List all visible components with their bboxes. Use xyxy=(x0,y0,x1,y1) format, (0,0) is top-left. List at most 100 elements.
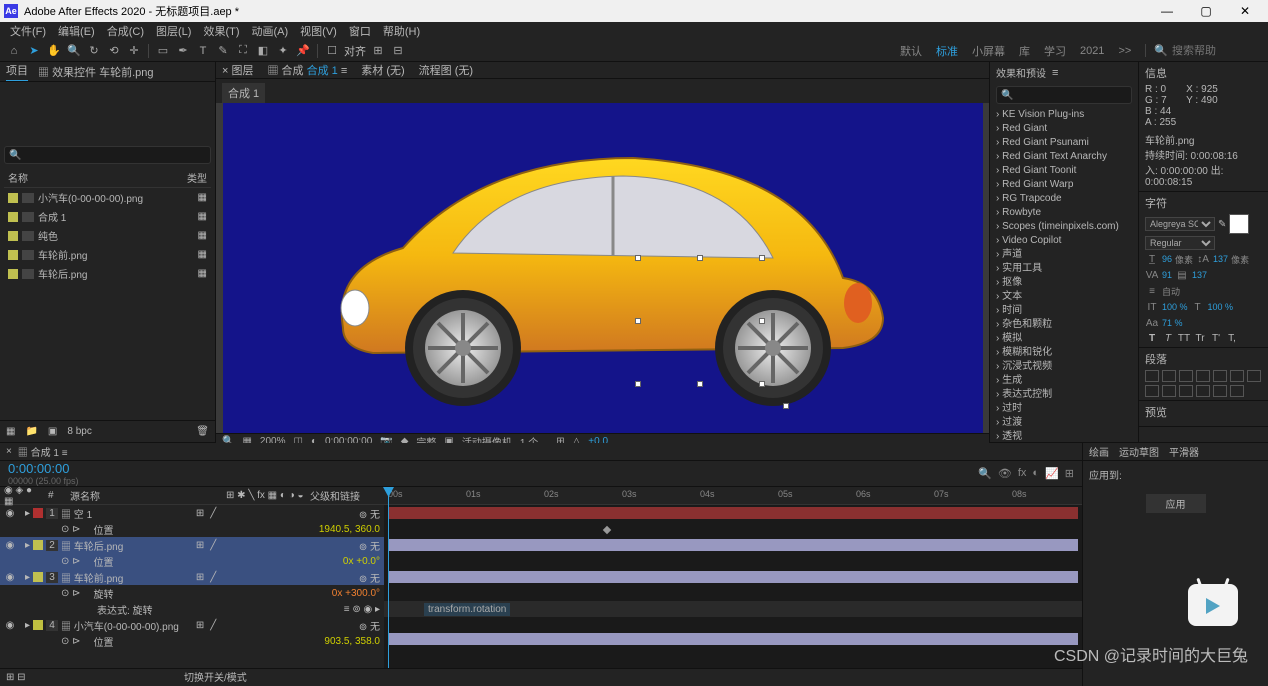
effect-item[interactable]: › KE Vision Plug-ins xyxy=(996,108,1132,122)
align-justify-icon[interactable] xyxy=(1196,370,1210,382)
folder-icon[interactable]: 📁 xyxy=(25,426,37,437)
text-tool-icon[interactable]: T xyxy=(195,43,211,59)
effects-search[interactable]: 🔍 xyxy=(996,86,1132,104)
effect-item[interactable]: › Red Giant Text Anarchy xyxy=(996,150,1132,164)
expand-icon[interactable]: ⊞ ⊟ xyxy=(6,672,26,683)
project-item[interactable]: 纯色▦ xyxy=(4,226,211,245)
fx-icon[interactable]: fx xyxy=(1018,467,1027,480)
menu-edit[interactable]: 编辑(E) xyxy=(54,23,99,39)
effect-item[interactable]: › 透视 xyxy=(996,430,1132,444)
graph-icon[interactable]: 📈 xyxy=(1045,467,1059,480)
tab-project[interactable]: 项目 xyxy=(6,62,28,81)
menu-comp[interactable]: 合成(C) xyxy=(103,23,148,39)
apply-button[interactable]: 应用 xyxy=(1146,494,1206,513)
timeline-row[interactable]: ◉▸4▦ 小汽车(0-00-00-00).png⊞╱⊚ 无 xyxy=(0,617,384,633)
tab-comp[interactable]: ▦ 合成 合成 1 ≡ xyxy=(267,62,347,78)
ws-lib[interactable]: 库 xyxy=(1019,43,1030,59)
handle-icon[interactable] xyxy=(759,255,765,261)
ws-year[interactable]: 2021 xyxy=(1080,45,1104,57)
align-jr-icon[interactable] xyxy=(1247,370,1261,382)
project-search[interactable]: 🔍 xyxy=(4,146,211,164)
toggle-switches[interactable]: 切换开关/模式 xyxy=(184,669,247,684)
project-item[interactable]: 合成 1▦ xyxy=(4,207,211,226)
timeline-row[interactable]: ⊙ ⊳旋转0x +300.0° xyxy=(0,585,384,601)
ws-default[interactable]: 默认 xyxy=(900,43,922,59)
tab-sketch[interactable]: 运动草图 xyxy=(1119,444,1159,459)
handle-icon[interactable] xyxy=(697,255,703,261)
effect-item[interactable]: › 模拟 xyxy=(996,332,1132,346)
tab-flow[interactable]: 流程图 (无) xyxy=(419,62,473,78)
menu-layer[interactable]: 图层(L) xyxy=(152,23,195,39)
effects-list[interactable]: › KE Vision Plug-ins› Red Giant › Red Gia… xyxy=(996,108,1132,500)
comp-icon[interactable]: ▣ xyxy=(48,426,57,437)
sub-button[interactable]: T, xyxy=(1225,333,1239,344)
color-swatch[interactable] xyxy=(1229,214,1249,234)
layer-bar[interactable] xyxy=(388,571,1078,583)
smallcaps-button[interactable]: Tr xyxy=(1193,333,1207,344)
caps-button[interactable]: TT xyxy=(1177,333,1191,344)
effect-item[interactable]: › 模糊和锐化 xyxy=(996,346,1132,360)
project-item[interactable]: 车轮前.png▦ xyxy=(4,245,211,264)
effect-item[interactable]: › Rowbyte xyxy=(996,206,1132,220)
timeline-row[interactable]: ⊙ ⊳位置903.5, 358.0 xyxy=(0,633,384,649)
menu-help[interactable]: 帮助(H) xyxy=(379,23,424,39)
maximize-button[interactable]: ▢ xyxy=(1187,1,1225,21)
puppet-tool-icon[interactable]: 📌 xyxy=(295,43,311,59)
effect-item[interactable]: › Red Giant Warp xyxy=(996,178,1132,192)
rotate-handle-icon[interactable] xyxy=(783,403,789,409)
effect-item[interactable]: › 沉浸式视频 xyxy=(996,360,1132,374)
menu-view[interactable]: 视图(V) xyxy=(296,23,341,39)
indent-icon[interactable] xyxy=(1196,385,1210,397)
comp-chip[interactable]: 合成 1 xyxy=(222,83,265,103)
close-button[interactable]: ✕ xyxy=(1226,1,1264,21)
timeline-row[interactable]: ◉▸1▦ 空 1⊞╱⊚ 无 xyxy=(0,505,384,521)
handle-icon[interactable] xyxy=(759,381,765,387)
selection-tool-icon[interactable]: ➤ xyxy=(26,43,42,59)
composition-viewer[interactable] xyxy=(223,103,983,433)
handle-icon[interactable] xyxy=(759,318,765,324)
handle-icon[interactable] xyxy=(635,381,641,387)
effect-item[interactable]: › Red Giant xyxy=(996,122,1132,136)
effect-item[interactable]: › 杂色和颗粒 xyxy=(996,318,1132,332)
project-item[interactable]: 小汽车(0-00-00-00).png▦ xyxy=(4,188,211,207)
preview-head[interactable]: 预览 xyxy=(1145,404,1262,420)
shy-icon[interactable]: 👁 xyxy=(998,467,1012,480)
effects-head[interactable]: 效果和预设 xyxy=(996,65,1046,80)
pen-tool-icon[interactable]: ✒ xyxy=(175,43,191,59)
align-center-icon[interactable] xyxy=(1162,370,1176,382)
roto-tool-icon[interactable]: ✦ xyxy=(275,43,291,59)
effect-item[interactable]: › RG Trapcode xyxy=(996,192,1132,206)
effect-item[interactable]: › 过渡 xyxy=(996,416,1132,430)
tab-layer[interactable]: × 图层 xyxy=(222,62,253,78)
rotate-tool-icon[interactable]: ⟲ xyxy=(106,43,122,59)
rect-tool-icon[interactable]: ▭ xyxy=(155,43,171,59)
layer-bar[interactable] xyxy=(388,539,1078,551)
anchor-tool-icon[interactable]: ✛ xyxy=(126,43,142,59)
handle-icon[interactable] xyxy=(635,255,641,261)
keyframe-icon[interactable] xyxy=(603,526,611,534)
footage-icon[interactable]: ▦ xyxy=(6,426,15,437)
snap-icon[interactable]: ⊞ xyxy=(1065,467,1074,480)
handle-icon[interactable] xyxy=(635,318,641,324)
search-input[interactable] xyxy=(1172,45,1262,57)
search-icon[interactable]: 🔍 xyxy=(1154,44,1168,57)
expression-text[interactable]: transform.rotation xyxy=(424,603,510,616)
effect-item[interactable]: › Video Copilot xyxy=(996,234,1132,248)
effect-item[interactable]: › Red Giant Toonit xyxy=(996,164,1132,178)
indent-icon[interactable] xyxy=(1145,385,1159,397)
timeline-tab[interactable]: ▦ 合成 1 ≡ xyxy=(18,444,68,459)
indent-icon[interactable] xyxy=(1179,385,1193,397)
tab-footage[interactable]: 素材 (无) xyxy=(361,62,404,78)
trash-icon[interactable]: 🗑 xyxy=(196,426,209,437)
snap-opt1-icon[interactable]: ⊞ xyxy=(370,43,386,59)
style-select[interactable]: Regular xyxy=(1145,236,1215,250)
snap-label[interactable]: 对齐 xyxy=(344,43,366,59)
super-button[interactable]: T' xyxy=(1209,333,1223,344)
effect-item[interactable]: › 过时 xyxy=(996,402,1132,416)
search-icon[interactable]: 🔍 xyxy=(978,467,992,480)
align-right-icon[interactable] xyxy=(1179,370,1193,382)
effect-item[interactable]: › Scopes (timeinpixels.com) xyxy=(996,220,1132,234)
mb-icon[interactable]: ◐ xyxy=(1032,467,1039,480)
italic-button[interactable]: T xyxy=(1161,333,1175,344)
timeline-row[interactable]: ⊙ ⊳位置0x +0.0° xyxy=(0,553,384,569)
